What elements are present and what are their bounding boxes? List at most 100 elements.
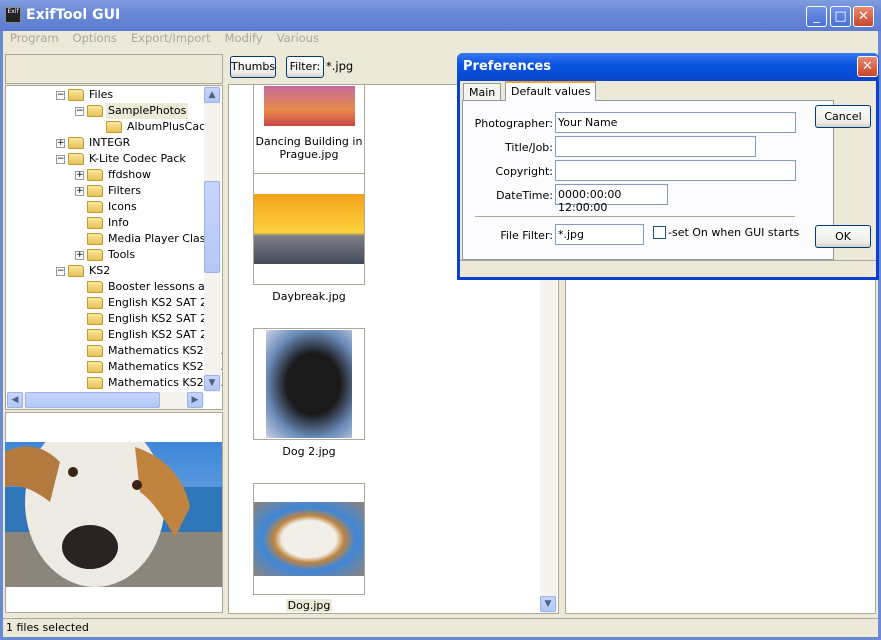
tree-item[interactable]: + ffdshow (6, 167, 222, 183)
set-on-startup-checkbox[interactable] (653, 226, 666, 239)
scroll-up-button[interactable]: ▲ (204, 87, 220, 103)
dialog-bottom-divider (460, 260, 876, 261)
folder-toolbar (5, 54, 223, 84)
datetime-input[interactable]: 0000:00:00 12:00:00 (555, 184, 668, 214)
tree-item[interactable]: + Filters (6, 183, 222, 199)
thumbs-button[interactable]: Thumbs (230, 56, 276, 78)
cancel-button[interactable]: Cancel (815, 105, 871, 128)
tree-item[interactable]: AlbumPlusCache (6, 119, 222, 135)
copyright-input[interactable] (555, 160, 796, 181)
collapse-icon[interactable]: − (56, 267, 65, 276)
preview-image (5, 442, 222, 587)
scroll-down-button[interactable]: ▼ (540, 596, 556, 612)
preferences-dialog: Preferences ✕ Main Default values Photog… (457, 53, 879, 280)
tree-item[interactable]: − Files (6, 87, 222, 103)
set-on-startup-label[interactable]: -set On when GUI starts (668, 226, 799, 239)
folder-tree[interactable]: − Files − SamplePhotos AlbumPlusCache + INTEGR… (5, 85, 223, 410)
folder-icon (68, 265, 84, 277)
title-bar[interactable]: ExifTool GUI (0, 0, 881, 31)
tree-item[interactable]: + INTEGR (6, 135, 222, 151)
tree-item[interactable]: − SamplePhotos (6, 103, 222, 119)
folder-icon (106, 121, 122, 133)
folder-icon (87, 201, 103, 213)
tree-item[interactable]: English KS2 SAT 200 (6, 295, 222, 311)
folder-icon (68, 89, 84, 101)
tree-item[interactable]: Booster lessons and (6, 279, 222, 295)
thumbnail-dog[interactable] (253, 483, 365, 595)
exiftool-app-icon: Exif (5, 7, 21, 23)
menu-options[interactable]: Options (66, 31, 124, 48)
scroll-right-button[interactable]: ▶ (187, 392, 203, 408)
menu-bar: Program Options Export/Import Modify Var… (3, 31, 326, 48)
tree-item-label: Info (108, 216, 129, 229)
scroll-down-button[interactable]: ▼ (204, 375, 220, 391)
folder-icon (87, 297, 103, 309)
dialog-title-bar[interactable]: Preferences ✕ (457, 53, 879, 81)
menu-program[interactable]: Program (3, 31, 66, 48)
tree-item[interactable]: English KS2 SAT 200 (6, 327, 222, 343)
tree-item[interactable]: Mathematics KS2 SA (6, 375, 222, 391)
folder-icon (87, 249, 103, 261)
menu-export-import[interactable]: Export/Import (124, 31, 218, 48)
title-job-label: Title/Job: (505, 141, 553, 154)
maximize-button[interactable]: □ (830, 6, 851, 27)
tree-item-label: KS2 (89, 264, 111, 277)
file-filter-label: File Filter: (500, 229, 553, 242)
folder-icon (68, 153, 84, 165)
tree-vertical-scrollbar[interactable]: ▲ ▼ (204, 86, 221, 392)
scroll-thumb[interactable] (204, 181, 220, 273)
file-filter-input[interactable]: *.jpg (555, 224, 644, 245)
tree-item[interactable]: Mathematics KS2 SA (6, 359, 222, 375)
tree-item-label: Tools (108, 248, 136, 261)
folder-icon (87, 217, 103, 229)
tree-item[interactable]: + Tools (6, 247, 222, 263)
expand-icon[interactable]: + (75, 251, 84, 260)
folder-icon (87, 377, 103, 389)
tab-main[interactable]: Main (463, 83, 502, 101)
tree-item[interactable]: Media Player Classic (6, 231, 222, 247)
expand-icon[interactable]: + (75, 171, 84, 180)
photographer-input[interactable]: Your Name (555, 112, 796, 133)
tree-item-label: Icons (108, 200, 137, 213)
filter-button[interactable]: Filter: (286, 56, 324, 78)
tree-item-label: SamplePhotos (106, 103, 189, 119)
folder-icon (87, 233, 103, 245)
tree-item-label: ffdshow (108, 168, 151, 181)
thumbnail-label: Daybreak.jpg (272, 290, 346, 303)
menu-modify[interactable]: Modify (218, 31, 270, 48)
thumbnail-daybreak[interactable] (253, 173, 365, 285)
menu-various[interactable]: Various (270, 31, 326, 48)
thumbnail-label: Dog.jpg (285, 599, 333, 612)
window-title: ExifTool GUI (26, 7, 121, 23)
collapse-icon[interactable]: − (75, 107, 84, 116)
tree-item[interactable]: Icons (6, 199, 222, 215)
tree-item[interactable]: − K-Lite Codec Pack (6, 151, 222, 167)
close-button[interactable]: ✕ (853, 6, 874, 27)
dialog-close-button[interactable]: ✕ (857, 56, 878, 77)
collapse-icon[interactable]: − (56, 91, 65, 100)
filter-input[interactable]: *.jpg (324, 56, 464, 78)
folder-icon (87, 361, 103, 373)
dialog-title: Preferences (463, 59, 551, 74)
collapse-icon[interactable]: − (56, 155, 65, 164)
tree-item-label: Files (89, 88, 114, 101)
tree-item[interactable]: Info (6, 215, 222, 231)
datetime-label: DateTime: (496, 189, 553, 202)
ok-button[interactable]: OK (815, 225, 871, 248)
thumbnail-dog-2[interactable] (253, 328, 365, 440)
tree-item[interactable]: Mathematics KS2 SA (6, 343, 222, 359)
expand-icon[interactable]: + (56, 139, 65, 148)
expand-icon[interactable]: + (75, 187, 84, 196)
tree-item[interactable]: − KS2 (6, 263, 222, 279)
folder-icon (87, 313, 103, 325)
tree-item[interactable]: English KS2 SAT 200 (6, 311, 222, 327)
tree-horizontal-scrollbar[interactable]: ◀ ▶ (6, 392, 204, 409)
minimize-button[interactable]: _ (806, 6, 827, 27)
title-job-input[interactable] (555, 136, 756, 157)
scroll-thumb[interactable] (25, 392, 160, 408)
folder-icon (87, 169, 103, 181)
status-bar: 1 files selected (3, 618, 878, 637)
scroll-left-button[interactable]: ◀ (7, 392, 23, 408)
photographer-label: Photographer: (474, 117, 553, 130)
tab-default-values[interactable]: Default values (505, 81, 597, 101)
